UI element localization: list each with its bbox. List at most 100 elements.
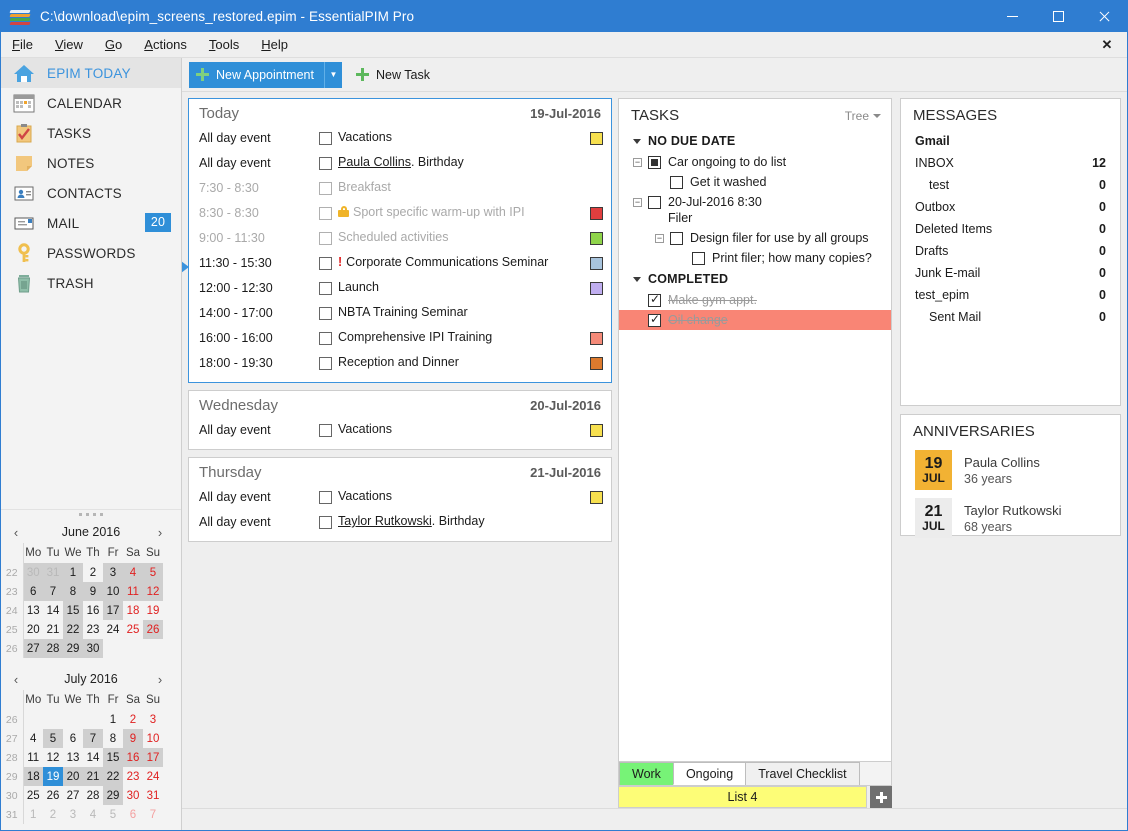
event-checkbox[interactable]	[319, 257, 332, 270]
calendar-day[interactable]: 25	[23, 786, 43, 805]
anniversary-row[interactable]: 19JULPaula Collins36 years	[901, 446, 1120, 494]
calendar-day[interactable]: 23	[123, 767, 143, 786]
calendar-day[interactable]: 21	[43, 620, 63, 639]
calendar-day[interactable]: 17	[143, 748, 163, 767]
close-tab-button[interactable]: ✕	[1097, 32, 1117, 58]
contact-link[interactable]: Taylor Rutkowski	[338, 514, 432, 528]
calendar-day[interactable]: 30	[23, 563, 43, 582]
calendar-day[interactable]: 29	[63, 639, 83, 658]
calendar-day[interactable]: 1	[23, 805, 43, 824]
sidebar-item-trash[interactable]: TRASH	[1, 268, 181, 298]
task-checkbox[interactable]	[648, 294, 661, 307]
calendar-day[interactable]: 21	[83, 767, 103, 786]
sidebar-item-calendar[interactable]: CALENDAR	[1, 88, 181, 118]
event-row[interactable]: 16:00 - 16:00Comprehensive IPI Training	[189, 327, 611, 352]
calendar-day[interactable]: 2	[83, 563, 103, 582]
calendar-day[interactable]: 6	[123, 805, 143, 824]
calendar-day[interactable]: 7	[83, 729, 103, 748]
event-checkbox[interactable]	[319, 132, 332, 145]
calendar-day[interactable]: 13	[63, 748, 83, 767]
task-row[interactable]: −20-Jul-2016 8:30 Filer	[619, 192, 891, 228]
task-list-label[interactable]: List 4	[618, 786, 867, 808]
sidebar-item-mail[interactable]: MAIL 20	[1, 208, 181, 238]
event-row[interactable]: All day eventVacations	[189, 419, 611, 444]
sidebar-item-contacts[interactable]: CONTACTS	[1, 178, 181, 208]
event-checkbox[interactable]	[319, 207, 332, 220]
calendar-day[interactable]: 1	[63, 563, 83, 582]
minimize-button[interactable]	[989, 1, 1035, 32]
task-group-header[interactable]: NO DUE DATE	[619, 130, 891, 152]
calendar-day[interactable]: 30	[123, 786, 143, 805]
event-row[interactable]: 8:30 - 8:30Sport specific warm-up with I…	[189, 202, 611, 227]
close-button[interactable]	[1081, 1, 1127, 32]
calendar-day[interactable]: 14	[83, 748, 103, 767]
calendar-day[interactable]: 20	[23, 620, 43, 639]
new-task-button[interactable]: New Task	[350, 62, 440, 88]
event-row[interactable]: All day eventVacations	[189, 486, 611, 511]
calendar-day[interactable]: 18	[123, 601, 143, 620]
calendar-day[interactable]: 12	[143, 582, 163, 601]
menu-view[interactable]: View	[44, 32, 94, 58]
mail-folder-row[interactable]: Sent Mail0	[901, 306, 1120, 328]
calendar-day[interactable]: 16	[83, 601, 103, 620]
event-checkbox[interactable]	[319, 332, 332, 345]
calendar-day[interactable]: 5	[103, 805, 123, 824]
calendar-day-today[interactable]: 19	[43, 767, 63, 786]
calendar-day[interactable]: 23	[83, 620, 103, 639]
mail-folder-row[interactable]: test_epim0	[901, 284, 1120, 306]
mail-folder-row[interactable]: Outbox0	[901, 196, 1120, 218]
tab-ongoing[interactable]: Ongoing	[673, 762, 746, 785]
calendar-day[interactable]: 24	[103, 620, 123, 639]
calendar-day[interactable]: 4	[123, 563, 143, 582]
calendar-day[interactable]: 30	[83, 639, 103, 658]
tab-work[interactable]: Work	[619, 762, 674, 785]
calendar-day[interactable]: 6	[63, 729, 83, 748]
calendar-day[interactable]: 2	[43, 805, 63, 824]
calendar-day[interactable]: 4	[83, 805, 103, 824]
task-checkbox[interactable]	[670, 176, 683, 189]
event-checkbox[interactable]	[319, 516, 332, 529]
calendar-day[interactable]: 11	[123, 582, 143, 601]
event-row[interactable]: 12:00 - 12:30Launch	[189, 277, 611, 302]
calendar-day[interactable]: 28	[43, 639, 63, 658]
calendar-day[interactable]: 4	[23, 729, 43, 748]
contact-link[interactable]: Paula Collins	[338, 155, 411, 169]
task-row[interactable]: Print filer; how many copies?	[619, 248, 891, 268]
calendar-day[interactable]: 27	[23, 639, 43, 658]
task-row[interactable]: Make gym appt.	[619, 290, 891, 310]
event-checkbox[interactable]	[319, 282, 332, 295]
calendar-day[interactable]: 26	[43, 786, 63, 805]
mail-folder-row[interactable]: Deleted Items0	[901, 218, 1120, 240]
calendar-day[interactable]: 11	[23, 748, 43, 767]
event-row[interactable]: All day eventVacations	[189, 127, 611, 152]
expand-collapse-toggle[interactable]: −	[633, 158, 642, 167]
event-row[interactable]: 18:00 - 19:30Reception and Dinner	[189, 352, 611, 377]
calendar-day[interactable]: 17	[103, 601, 123, 620]
calendar-day[interactable]: 16	[123, 748, 143, 767]
maximize-button[interactable]	[1035, 1, 1081, 32]
menu-actions[interactable]: Actions	[133, 32, 198, 58]
event-row[interactable]: All day eventTaylor Rutkowski. Birthday	[189, 511, 611, 536]
expand-collapse-toggle[interactable]: −	[655, 234, 664, 243]
calendar-day[interactable]: 15	[103, 748, 123, 767]
calendar-day[interactable]: 25	[123, 620, 143, 639]
calendar-day[interactable]: 9	[83, 582, 103, 601]
event-row[interactable]: 7:30 - 8:30Breakfast	[189, 177, 611, 202]
menu-go[interactable]: Go	[94, 32, 133, 58]
calendar-day[interactable]: 3	[63, 805, 83, 824]
event-checkbox[interactable]	[319, 491, 332, 504]
calendar-day[interactable]: 29	[103, 786, 123, 805]
task-group-header[interactable]: COMPLETED	[619, 268, 891, 290]
tasks-view-mode-dropdown[interactable]: Tree	[845, 101, 891, 129]
calendar-day[interactable]: 31	[143, 786, 163, 805]
calendar-day[interactable]: 7	[143, 805, 163, 824]
mail-folder-row[interactable]: Drafts0	[901, 240, 1120, 262]
calendar-day[interactable]: 10	[143, 729, 163, 748]
expand-collapse-toggle[interactable]: −	[633, 198, 642, 207]
calendar-day[interactable]: 5	[143, 563, 163, 582]
task-row[interactable]: Oil change	[619, 310, 891, 330]
event-checkbox[interactable]	[319, 424, 332, 437]
tab-travel-checklist[interactable]: Travel Checklist	[745, 762, 859, 785]
add-list-button[interactable]	[870, 786, 892, 808]
task-checkbox[interactable]	[648, 196, 661, 209]
